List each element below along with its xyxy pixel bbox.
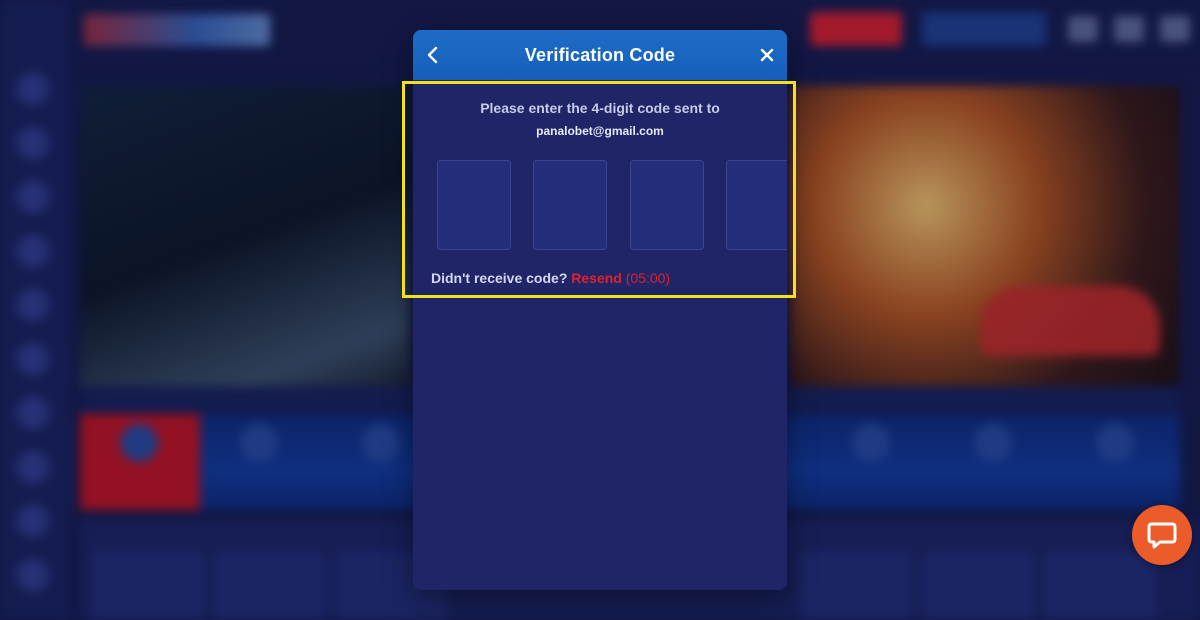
modal-header: Verification Code <box>413 30 787 80</box>
modal-title: Verification Code <box>524 44 676 65</box>
resend-link[interactable]: Resend <box>571 270 622 286</box>
resend-row: Didn't receive code? Resend (05:00) <box>431 270 769 286</box>
code-input-group <box>431 160 787 252</box>
chat-bubble-icon <box>1147 522 1177 549</box>
verification-modal: Verification Code Please enter the 4-dig… <box>413 30 787 590</box>
modal-body: Please enter the 4-digit code sent to pa… <box>413 100 787 286</box>
resend-countdown: (05:00) <box>625 270 671 286</box>
live-chat-button[interactable] <box>1132 505 1192 565</box>
chevron-left-icon <box>427 46 438 64</box>
resend-prompt: Didn't receive code? <box>431 270 568 286</box>
close-icon <box>760 48 774 62</box>
instruction-text: Please enter the 4-digit code sent to <box>480 100 720 116</box>
code-digit-2[interactable] <box>533 160 607 250</box>
code-digit-4[interactable] <box>726 160 787 250</box>
code-digit-1[interactable] <box>437 160 511 250</box>
back-button[interactable] <box>419 41 447 69</box>
close-button[interactable] <box>753 41 781 69</box>
email-address: panalobet@gmail.com <box>536 124 664 138</box>
code-digit-3[interactable] <box>630 160 704 250</box>
